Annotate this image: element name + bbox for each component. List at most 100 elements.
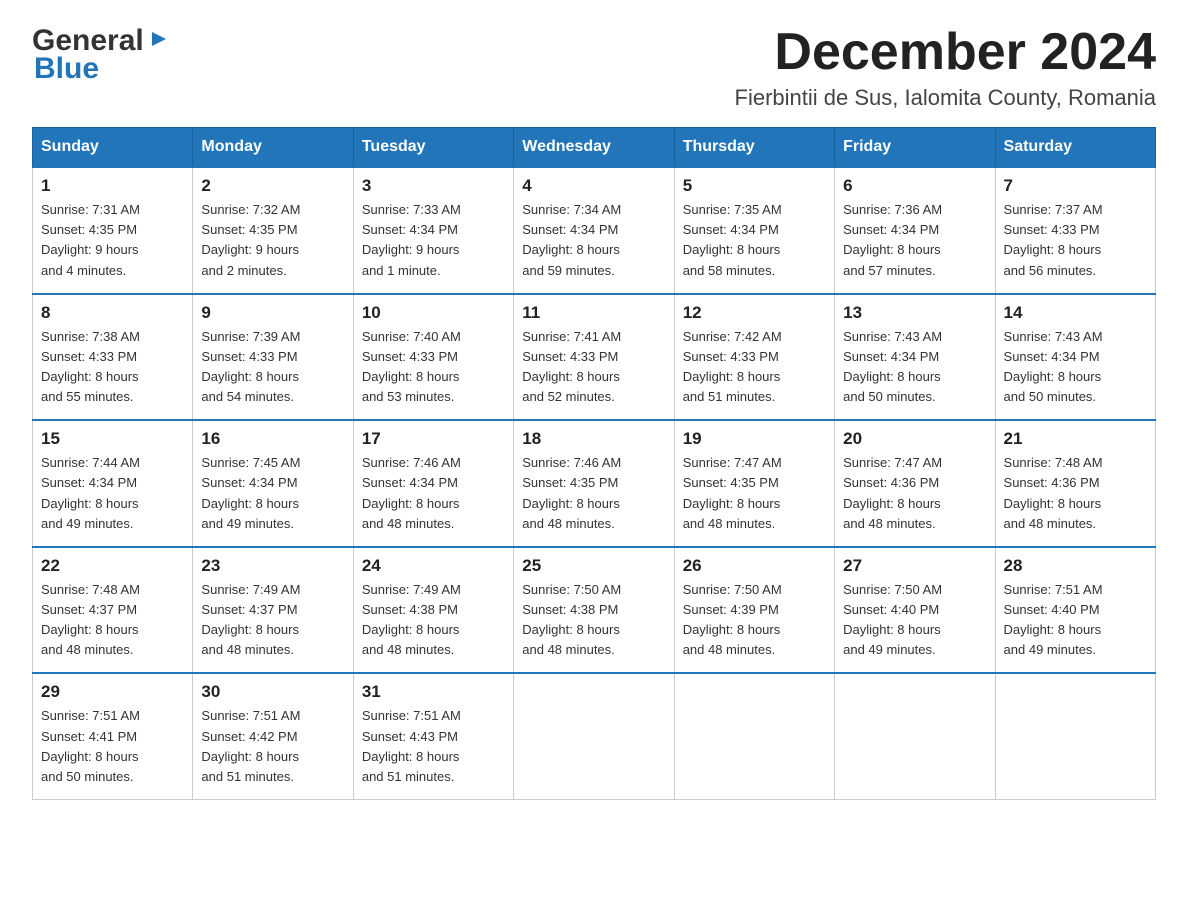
calendar-day-header: Sunday <box>33 128 193 168</box>
day-info: Sunrise: 7:31 AMSunset: 4:35 PMDaylight:… <box>41 202 140 277</box>
day-info: Sunrise: 7:46 AMSunset: 4:35 PMDaylight:… <box>522 455 621 530</box>
day-info: Sunrise: 7:49 AMSunset: 4:38 PMDaylight:… <box>362 582 461 657</box>
calendar-day-header: Tuesday <box>353 128 513 168</box>
calendar-week-row: 8 Sunrise: 7:38 AMSunset: 4:33 PMDayligh… <box>33 294 1156 421</box>
day-number: 26 <box>683 556 826 576</box>
calendar-cell: 26 Sunrise: 7:50 AMSunset: 4:39 PMDaylig… <box>674 547 834 674</box>
logo-blue-text: Blue <box>32 52 99 86</box>
calendar-cell: 22 Sunrise: 7:48 AMSunset: 4:37 PMDaylig… <box>33 547 193 674</box>
day-info: Sunrise: 7:51 AMSunset: 4:40 PMDaylight:… <box>1004 582 1103 657</box>
day-info: Sunrise: 7:50 AMSunset: 4:40 PMDaylight:… <box>843 582 942 657</box>
calendar-cell <box>674 673 834 799</box>
day-number: 8 <box>41 303 184 323</box>
day-info: Sunrise: 7:32 AMSunset: 4:35 PMDaylight:… <box>201 202 300 277</box>
day-number: 21 <box>1004 429 1147 449</box>
day-number: 20 <box>843 429 986 449</box>
day-info: Sunrise: 7:47 AMSunset: 4:36 PMDaylight:… <box>843 455 942 530</box>
calendar-cell: 8 Sunrise: 7:38 AMSunset: 4:33 PMDayligh… <box>33 294 193 421</box>
day-number: 29 <box>41 682 184 702</box>
calendar-table: SundayMondayTuesdayWednesdayThursdayFrid… <box>32 127 1156 800</box>
calendar-cell: 29 Sunrise: 7:51 AMSunset: 4:41 PMDaylig… <box>33 673 193 799</box>
page-header: General Blue December 2024 Fierbintii de… <box>32 24 1156 111</box>
calendar-cell: 28 Sunrise: 7:51 AMSunset: 4:40 PMDaylig… <box>995 547 1155 674</box>
day-number: 2 <box>201 176 344 196</box>
day-info: Sunrise: 7:41 AMSunset: 4:33 PMDaylight:… <box>522 329 621 404</box>
day-info: Sunrise: 7:37 AMSunset: 4:33 PMDaylight:… <box>1004 202 1103 277</box>
logo: General Blue <box>32 24 170 86</box>
day-number: 31 <box>362 682 505 702</box>
day-info: Sunrise: 7:38 AMSunset: 4:33 PMDaylight:… <box>41 329 140 404</box>
day-number: 3 <box>362 176 505 196</box>
calendar-week-row: 22 Sunrise: 7:48 AMSunset: 4:37 PMDaylig… <box>33 547 1156 674</box>
day-number: 30 <box>201 682 344 702</box>
day-number: 7 <box>1004 176 1147 196</box>
day-info: Sunrise: 7:36 AMSunset: 4:34 PMDaylight:… <box>843 202 942 277</box>
day-number: 18 <box>522 429 665 449</box>
day-number: 25 <box>522 556 665 576</box>
calendar-week-row: 15 Sunrise: 7:44 AMSunset: 4:34 PMDaylig… <box>33 420 1156 547</box>
calendar-day-header: Thursday <box>674 128 834 168</box>
calendar-cell: 5 Sunrise: 7:35 AMSunset: 4:34 PMDayligh… <box>674 167 834 294</box>
calendar-cell: 17 Sunrise: 7:46 AMSunset: 4:34 PMDaylig… <box>353 420 513 547</box>
page-subtitle: Fierbintii de Sus, Ialomita County, Roma… <box>735 85 1156 111</box>
day-info: Sunrise: 7:44 AMSunset: 4:34 PMDaylight:… <box>41 455 140 530</box>
calendar-cell <box>995 673 1155 799</box>
calendar-cell: 16 Sunrise: 7:45 AMSunset: 4:34 PMDaylig… <box>193 420 353 547</box>
day-info: Sunrise: 7:51 AMSunset: 4:43 PMDaylight:… <box>362 708 461 783</box>
day-number: 15 <box>41 429 184 449</box>
calendar-cell: 27 Sunrise: 7:50 AMSunset: 4:40 PMDaylig… <box>835 547 995 674</box>
calendar-week-row: 29 Sunrise: 7:51 AMSunset: 4:41 PMDaylig… <box>33 673 1156 799</box>
day-number: 10 <box>362 303 505 323</box>
day-number: 4 <box>522 176 665 196</box>
calendar-cell: 6 Sunrise: 7:36 AMSunset: 4:34 PMDayligh… <box>835 167 995 294</box>
day-info: Sunrise: 7:46 AMSunset: 4:34 PMDaylight:… <box>362 455 461 530</box>
day-info: Sunrise: 7:48 AMSunset: 4:36 PMDaylight:… <box>1004 455 1103 530</box>
calendar-cell: 1 Sunrise: 7:31 AMSunset: 4:35 PMDayligh… <box>33 167 193 294</box>
calendar-cell: 31 Sunrise: 7:51 AMSunset: 4:43 PMDaylig… <box>353 673 513 799</box>
day-number: 12 <box>683 303 826 323</box>
day-number: 9 <box>201 303 344 323</box>
day-number: 19 <box>683 429 826 449</box>
calendar-cell: 24 Sunrise: 7:49 AMSunset: 4:38 PMDaylig… <box>353 547 513 674</box>
day-number: 28 <box>1004 556 1147 576</box>
calendar-cell <box>835 673 995 799</box>
day-info: Sunrise: 7:33 AMSunset: 4:34 PMDaylight:… <box>362 202 461 277</box>
calendar-cell: 7 Sunrise: 7:37 AMSunset: 4:33 PMDayligh… <box>995 167 1155 294</box>
day-info: Sunrise: 7:43 AMSunset: 4:34 PMDaylight:… <box>1004 329 1103 404</box>
calendar-week-row: 1 Sunrise: 7:31 AMSunset: 4:35 PMDayligh… <box>33 167 1156 294</box>
day-info: Sunrise: 7:51 AMSunset: 4:41 PMDaylight:… <box>41 708 140 783</box>
day-info: Sunrise: 7:39 AMSunset: 4:33 PMDaylight:… <box>201 329 300 404</box>
day-info: Sunrise: 7:50 AMSunset: 4:39 PMDaylight:… <box>683 582 782 657</box>
day-number: 13 <box>843 303 986 323</box>
day-number: 16 <box>201 429 344 449</box>
logo-arrow-icon <box>148 28 170 55</box>
day-number: 17 <box>362 429 505 449</box>
calendar-cell: 2 Sunrise: 7:32 AMSunset: 4:35 PMDayligh… <box>193 167 353 294</box>
calendar-cell: 23 Sunrise: 7:49 AMSunset: 4:37 PMDaylig… <box>193 547 353 674</box>
calendar-cell: 20 Sunrise: 7:47 AMSunset: 4:36 PMDaylig… <box>835 420 995 547</box>
day-info: Sunrise: 7:51 AMSunset: 4:42 PMDaylight:… <box>201 708 300 783</box>
calendar-cell: 21 Sunrise: 7:48 AMSunset: 4:36 PMDaylig… <box>995 420 1155 547</box>
day-info: Sunrise: 7:34 AMSunset: 4:34 PMDaylight:… <box>522 202 621 277</box>
calendar-cell: 12 Sunrise: 7:42 AMSunset: 4:33 PMDaylig… <box>674 294 834 421</box>
calendar-day-header: Monday <box>193 128 353 168</box>
day-info: Sunrise: 7:49 AMSunset: 4:37 PMDaylight:… <box>201 582 300 657</box>
day-number: 23 <box>201 556 344 576</box>
calendar-header-row: SundayMondayTuesdayWednesdayThursdayFrid… <box>33 128 1156 168</box>
calendar-cell: 3 Sunrise: 7:33 AMSunset: 4:34 PMDayligh… <box>353 167 513 294</box>
calendar-day-header: Wednesday <box>514 128 674 168</box>
calendar-cell: 4 Sunrise: 7:34 AMSunset: 4:34 PMDayligh… <box>514 167 674 294</box>
day-info: Sunrise: 7:45 AMSunset: 4:34 PMDaylight:… <box>201 455 300 530</box>
day-info: Sunrise: 7:43 AMSunset: 4:34 PMDaylight:… <box>843 329 942 404</box>
day-number: 6 <box>843 176 986 196</box>
calendar-cell: 14 Sunrise: 7:43 AMSunset: 4:34 PMDaylig… <box>995 294 1155 421</box>
day-number: 11 <box>522 303 665 323</box>
calendar-day-header: Friday <box>835 128 995 168</box>
day-number: 1 <box>41 176 184 196</box>
calendar-cell: 25 Sunrise: 7:50 AMSunset: 4:38 PMDaylig… <box>514 547 674 674</box>
day-number: 5 <box>683 176 826 196</box>
calendar-day-header: Saturday <box>995 128 1155 168</box>
day-info: Sunrise: 7:48 AMSunset: 4:37 PMDaylight:… <box>41 582 140 657</box>
day-info: Sunrise: 7:40 AMSunset: 4:33 PMDaylight:… <box>362 329 461 404</box>
calendar-cell <box>514 673 674 799</box>
